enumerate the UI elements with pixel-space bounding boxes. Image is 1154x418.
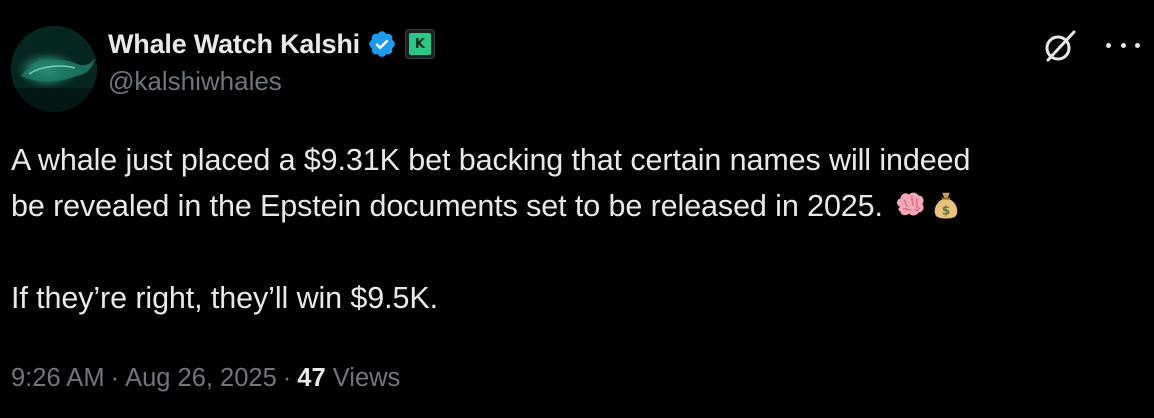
avatar[interactable] — [11, 26, 97, 112]
kalshi-logo-icon: K — [408, 33, 431, 55]
tweet-text-line-1: A whale just placed a $9.31K bet backing… — [11, 143, 971, 177]
tweet-text-line-3: If they’re right, they’ll win $9.5K. — [11, 281, 438, 315]
author-handle[interactable]: @kalshiwhales — [108, 66, 282, 97]
tweet-meta: 9:26 AM · Aug 26, 2025 · 47 Views — [11, 364, 400, 393]
meta-separator-2: · — [282, 364, 292, 392]
views-label: Views — [332, 364, 401, 392]
money-bag-emoji-icon: $ — [934, 192, 958, 219]
svg-text:$: $ — [942, 203, 950, 217]
tweet-date[interactable]: Aug 26, 2025 — [125, 364, 277, 392]
tweet-text: A whale just placed a $9.31K bet backing… — [11, 137, 1141, 321]
affiliate-badge-icon[interactable]: K — [404, 29, 435, 59]
author-display-name[interactable]: Whale Watch Kalshi — [108, 29, 360, 60]
brain-emoji-icon — [897, 192, 924, 216]
verified-badge-icon[interactable] — [367, 29, 397, 59]
tweet-text-line-2-content: be revealed in the Epstein documents set… — [11, 189, 883, 223]
meta-separator: · — [110, 364, 120, 392]
author-name-row: Whale Watch Kalshi K — [108, 24, 435, 64]
whale-avatar-image — [11, 26, 97, 112]
tweet-card: Whale Watch Kalshi K @kalshiwhales A wha… — [0, 0, 1154, 418]
grok-icon[interactable] — [1040, 26, 1080, 66]
tweet-time[interactable]: 9:26 AM — [11, 364, 105, 392]
more-options-icon[interactable] — [1106, 30, 1140, 60]
tweet-text-line-2: be revealed in the Epstein documents set… — [11, 183, 1141, 229]
views-count: 47 — [297, 364, 326, 392]
